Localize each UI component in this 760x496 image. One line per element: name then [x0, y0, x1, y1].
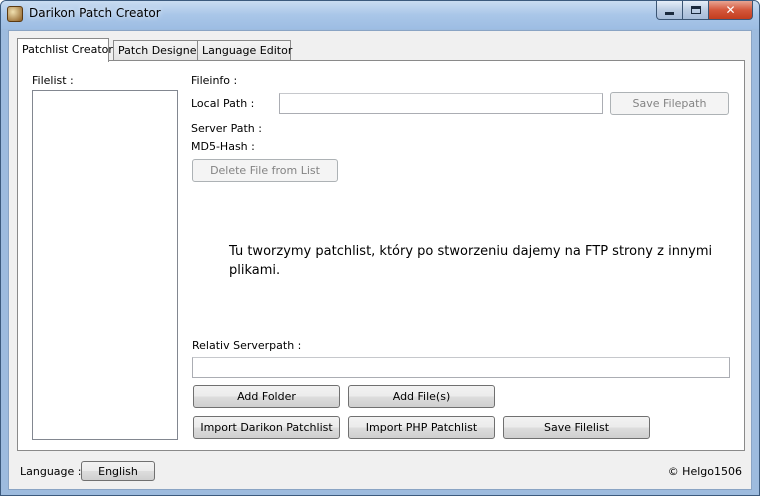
info-text: Tu tworzymy patchlist, który po stworzen… — [229, 244, 713, 278]
language-label: Language : — [20, 465, 82, 478]
minimize-button[interactable] — [656, 1, 683, 20]
relative-serverpath-input[interactable] — [192, 357, 730, 378]
title-bar[interactable]: Darikon Patch Creator ✕ — [1, 1, 759, 29]
import-darikon-patchlist-button[interactable]: Import Darikon Patchlist — [193, 416, 340, 439]
filelist-listbox[interactable] — [32, 90, 178, 440]
local-path-input[interactable] — [279, 93, 603, 114]
add-files-button[interactable]: Add File(s) — [348, 385, 495, 408]
tab-patchlist-creator[interactable]: Patchlist Creator — [17, 38, 113, 62]
tab-language-editor[interactable]: Language Editor — [197, 40, 292, 60]
delete-file-button[interactable]: Delete File from List — [192, 159, 338, 182]
darikon-app-icon[interactable] — [7, 6, 23, 22]
filelist-label: Filelist : — [32, 74, 74, 87]
close-button[interactable]: ✕ — [709, 1, 753, 20]
fileinfo-label: Fileinfo : — [191, 74, 238, 87]
app-window: Darikon Patch Creator ✕ Patchlist Creato… — [0, 0, 760, 496]
caption-buttons: ✕ — [656, 1, 753, 20]
maximize-icon — [690, 6, 701, 14]
relative-serverpath-label: Relativ Serverpath : — [192, 339, 302, 352]
server-path-label: Server Path : — [191, 122, 262, 135]
close-icon: ✕ — [725, 3, 736, 17]
copyright-text: © Helgo1506 — [667, 465, 742, 478]
maximize-button[interactable] — [683, 1, 709, 20]
patchlist-creator-panel: Filelist : Fileinfo : Local Path : Save … — [17, 60, 745, 451]
minimize-icon — [665, 12, 674, 15]
language-button[interactable]: English — [81, 461, 155, 481]
save-filepath-button[interactable]: Save Filepath — [610, 92, 729, 115]
save-filelist-button[interactable]: Save Filelist — [503, 416, 650, 439]
import-php-patchlist-button[interactable]: Import PHP Patchlist — [348, 416, 495, 439]
window-title: Darikon Patch Creator — [29, 6, 161, 20]
client-area: Patchlist Creator Patch Designer Languag… — [8, 30, 752, 490]
md5-hash-label: MD5-Hash : — [191, 140, 255, 153]
add-folder-button[interactable]: Add Folder — [193, 385, 340, 408]
tab-patch-designer[interactable]: Patch Designer — [113, 40, 201, 60]
local-path-label: Local Path : — [191, 97, 255, 110]
